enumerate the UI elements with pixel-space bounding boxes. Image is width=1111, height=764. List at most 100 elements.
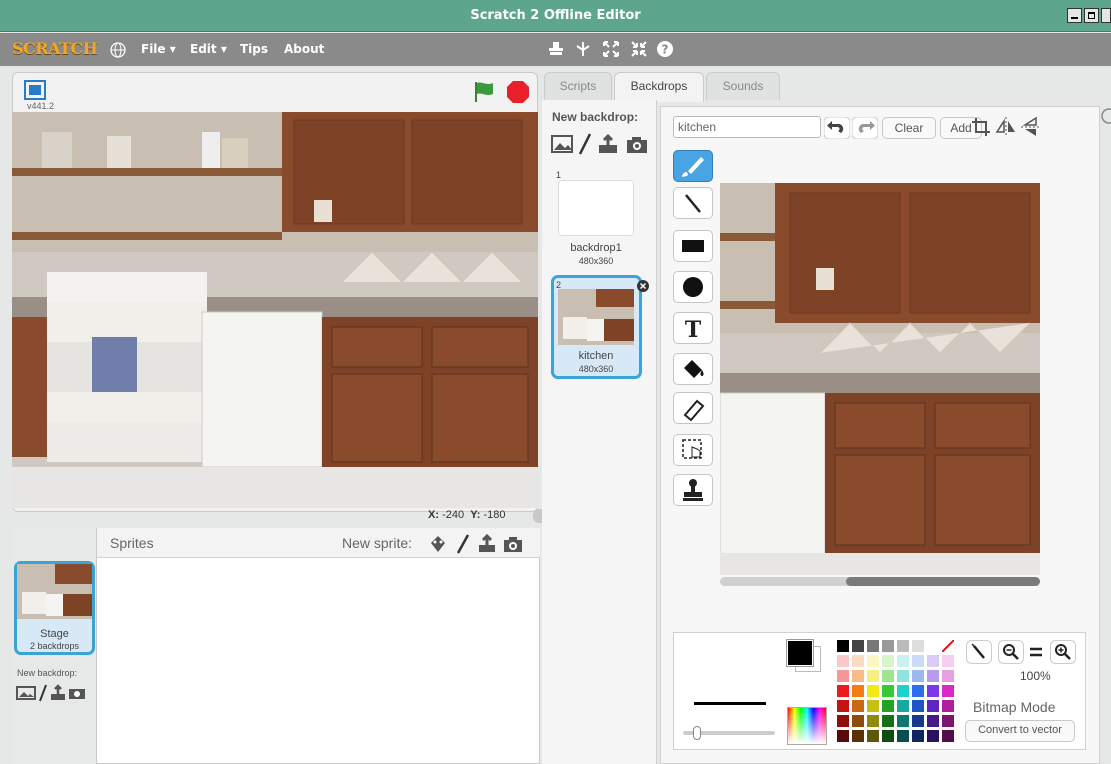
color-swatch[interactable] <box>867 700 879 712</box>
color-swatch[interactable] <box>927 715 939 727</box>
stage-collapse-handle[interactable] <box>533 509 542 523</box>
minimize-button[interactable] <box>1067 8 1082 23</box>
horizontal-scrollbar[interactable] <box>720 577 1040 586</box>
color-swatch[interactable] <box>867 655 879 667</box>
color-swatch[interactable] <box>852 640 864 652</box>
edit-menu[interactable]: Edit ▾ <box>190 42 227 56</box>
redo-icon[interactable] <box>852 117 878 139</box>
globe-icon[interactable] <box>110 42 126 58</box>
paint-canvas[interactable] <box>720 183 1040 575</box>
color-swatch[interactable] <box>942 715 954 727</box>
backdrop-thumbnail-2[interactable] <box>558 289 634 345</box>
color-swatch[interactable] <box>837 640 849 652</box>
color-swatch[interactable] <box>882 700 894 712</box>
stop-icon[interactable] <box>506 80 530 104</box>
color-palette[interactable] <box>837 639 959 744</box>
color-swatch[interactable] <box>837 685 849 697</box>
color-swatch[interactable] <box>837 700 849 712</box>
color-swatch[interactable] <box>882 655 894 667</box>
color-swatch[interactable] <box>882 685 894 697</box>
backdrop-library-icon[interactable] <box>551 135 573 153</box>
eraser-tool[interactable] <box>673 392 713 424</box>
color-swatch[interactable] <box>837 670 849 682</box>
color-swatch[interactable] <box>897 670 909 682</box>
about-menu[interactable]: About <box>284 42 324 56</box>
file-menu[interactable]: File ▾ <box>141 42 176 56</box>
tab-backdrops[interactable]: Backdrops <box>614 72 704 102</box>
upload-backdrop-icon[interactable] <box>598 134 618 154</box>
grow-icon[interactable] <box>602 40 620 58</box>
cut-icon[interactable] <box>574 40 592 58</box>
backdrop-name-field[interactable] <box>673 116 821 138</box>
color-swatch[interactable] <box>897 655 909 667</box>
primary-color-swatch[interactable] <box>786 639 814 667</box>
crop-icon[interactable] <box>970 116 992 138</box>
zoom-out-icon[interactable] <box>998 640 1024 664</box>
convert-to-vector-button[interactable]: Convert to vector <box>965 720 1075 742</box>
stage-canvas[interactable] <box>12 112 538 508</box>
backdrop-thumbnail-1[interactable] <box>558 180 634 236</box>
color-swatch[interactable] <box>912 640 924 652</box>
camera-backdrop-small-icon[interactable] <box>68 686 86 700</box>
brush-tool[interactable] <box>673 150 713 182</box>
color-swatch[interactable] <box>867 640 879 652</box>
color-swatch[interactable] <box>912 700 924 712</box>
sprite-library-icon[interactable] <box>428 534 448 554</box>
stamp-tool[interactable] <box>673 474 713 506</box>
eyedropper-icon[interactable] <box>966 640 992 664</box>
color-swatch[interactable] <box>837 730 849 742</box>
tab-scripts[interactable]: Scripts <box>544 72 612 100</box>
color-spectrum-picker[interactable] <box>787 707 827 745</box>
color-swatch[interactable] <box>897 640 909 652</box>
horizontal-scrollbar-thumb[interactable] <box>846 577 1040 586</box>
color-swatch[interactable] <box>942 700 954 712</box>
color-swatch[interactable] <box>912 730 924 742</box>
upload-backdrop-small-icon[interactable] <box>50 684 66 702</box>
upload-sprite-icon[interactable] <box>477 534 497 554</box>
set-center-icon[interactable] <box>1098 106 1111 128</box>
color-swatch[interactable] <box>882 670 894 682</box>
color-swatch[interactable] <box>942 655 954 667</box>
stage-thumbnail[interactable]: Stage 2 backdrops <box>14 561 95 655</box>
color-swatch[interactable] <box>927 640 939 652</box>
paint-backdrop-small-icon[interactable] <box>38 684 48 702</box>
color-swatch[interactable] <box>852 655 864 667</box>
text-tool[interactable]: T <box>673 312 713 344</box>
paint-sprite-icon[interactable] <box>455 534 471 554</box>
clear-button[interactable]: Clear <box>882 117 936 139</box>
scratch-logo[interactable]: SCRATCH <box>12 39 98 58</box>
line-width-slider[interactable] <box>683 726 775 740</box>
fill-tool[interactable] <box>673 353 713 385</box>
color-swatch[interactable] <box>942 730 954 742</box>
color-swatch[interactable] <box>882 715 894 727</box>
tab-sounds[interactable]: Sounds <box>706 72 780 100</box>
color-swatch[interactable] <box>912 655 924 667</box>
color-swatch[interactable] <box>927 655 939 667</box>
color-swatch[interactable] <box>867 670 879 682</box>
maximize-button[interactable] <box>1084 8 1099 23</box>
color-swatch[interactable] <box>852 715 864 727</box>
tips-menu[interactable]: Tips <box>240 42 268 56</box>
color-swatch[interactable] <box>882 730 894 742</box>
close-button[interactable] <box>1101 8 1111 23</box>
presentation-mode-icon[interactable] <box>24 80 46 100</box>
color-swatch[interactable] <box>927 730 939 742</box>
color-swatch[interactable] <box>912 685 924 697</box>
shrink-icon[interactable] <box>630 40 648 58</box>
color-swatch[interactable] <box>897 700 909 712</box>
color-swatch[interactable] <box>897 715 909 727</box>
flip-horizontal-icon[interactable] <box>994 116 1018 138</box>
transparent-swatch[interactable] <box>941 639 955 653</box>
color-swatch[interactable] <box>867 715 879 727</box>
camera-backdrop-icon[interactable] <box>626 136 648 154</box>
rectangle-tool[interactable] <box>673 230 713 262</box>
color-swatch[interactable] <box>942 670 954 682</box>
color-swatch[interactable] <box>927 685 939 697</box>
color-swatch[interactable] <box>852 700 864 712</box>
color-swatch[interactable] <box>912 715 924 727</box>
color-swatch[interactable] <box>942 685 954 697</box>
delete-backdrop-icon[interactable] <box>636 279 650 293</box>
select-tool[interactable] <box>673 434 713 466</box>
backdrop-library-small-icon[interactable] <box>16 686 36 700</box>
color-swatch[interactable] <box>852 670 864 682</box>
